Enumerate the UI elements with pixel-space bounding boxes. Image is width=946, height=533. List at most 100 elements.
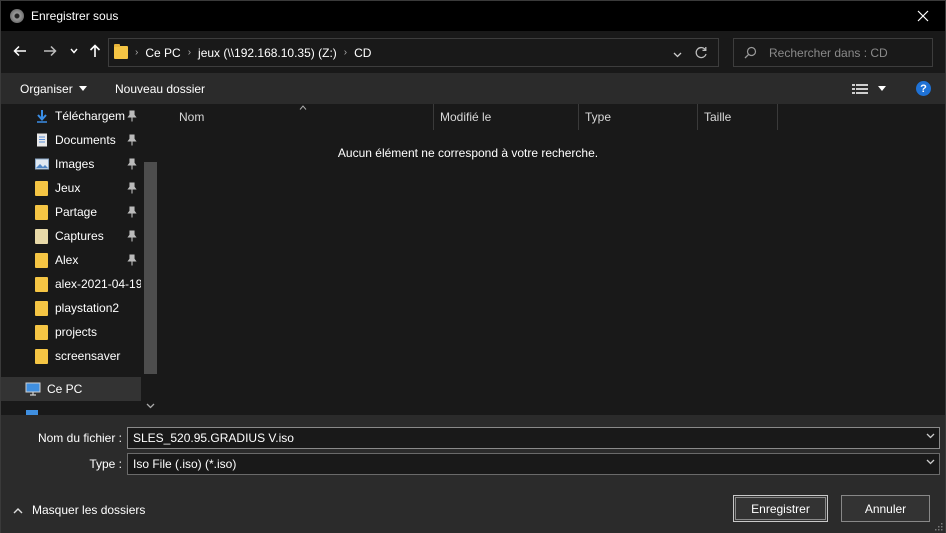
sidebar-item-label: playstation2: [55, 301, 120, 315]
search-icon: [744, 46, 757, 59]
sidebar-item-documents[interactable]: Documents: [1, 128, 141, 152]
pin-icon[interactable]: [127, 182, 137, 194]
image-icon: [35, 158, 49, 170]
caret-down-icon: [878, 86, 886, 91]
navigation-pane: Téléchargements Documents Images Jeux Pa…: [1, 104, 161, 415]
sidebar-item-label: alex-2021-04-19: [55, 277, 141, 291]
command-bar: Organiser Nouveau dossier ?: [1, 73, 945, 104]
sidebar-item-projects[interactable]: projects: [1, 320, 141, 344]
sidebar-item-label: screensaver: [55, 349, 121, 363]
pin-icon[interactable]: [127, 254, 137, 266]
column-divider[interactable]: [697, 104, 698, 130]
folder-icon: [35, 253, 49, 268]
file-list-pane: Nom Modifié le Type Taille Aucun élément…: [161, 104, 945, 415]
sidebar-item-captures[interactable]: Captures: [1, 224, 141, 248]
back-button[interactable]: [11, 41, 29, 61]
sidebar-item-label: Partage: [55, 205, 98, 219]
sidebar-item-screensaver[interactable]: screensaver: [1, 344, 141, 368]
arrow-up-icon: [89, 44, 101, 57]
up-button[interactable]: [87, 41, 103, 61]
save-options-panel: Nom du fichier : SLES_520.95.GRADIUS V.i…: [1, 415, 945, 533]
details-view-icon: [852, 83, 868, 94]
column-header-name[interactable]: Nom: [179, 104, 431, 130]
chevron-down-icon: [70, 48, 78, 54]
new-folder-button[interactable]: Nouveau dossier: [115, 73, 205, 104]
cancel-button[interactable]: Annuler: [841, 495, 930, 522]
address-bar[interactable]: › Ce PC › jeux (\\192.168.10.35) (Z:) › …: [108, 38, 719, 67]
forward-button[interactable]: [41, 41, 59, 61]
sidebar-item-downloads[interactable]: Téléchargements: [1, 104, 153, 128]
chevron-right-icon: ›: [135, 47, 139, 58]
empty-folder-message: Aucun élément ne correspond à votre rech…: [337, 146, 599, 160]
sidebar-item-label: Téléchargements: [55, 109, 125, 123]
search-box[interactable]: Rechercher dans : CD: [733, 38, 933, 67]
recent-locations-button[interactable]: [67, 41, 81, 61]
close-button[interactable]: [901, 1, 945, 31]
search-placeholder: Rechercher dans : CD: [769, 45, 888, 60]
breadcrumb-current-folder[interactable]: CD: [354, 46, 371, 60]
arrow-left-icon: [13, 45, 26, 57]
sidebar-item-label: projects: [55, 325, 98, 339]
window-title: Enregistrer sous: [31, 9, 119, 23]
chevron-down-icon: [673, 52, 682, 58]
organize-menu-button[interactable]: Organiser: [20, 73, 87, 104]
sidebar-item-label: Alex: [55, 253, 79, 267]
column-header-type[interactable]: Type: [585, 104, 695, 130]
pin-icon[interactable]: [127, 230, 137, 242]
sidebar-item-label: Ce PC: [47, 382, 83, 396]
chevron-down-icon[interactable]: [926, 433, 935, 439]
breadcrumb-this-pc[interactable]: Ce PC: [145, 46, 180, 60]
sidebar-item-this-pc[interactable]: Ce PC: [1, 377, 141, 401]
column-header-size[interactable]: Taille: [704, 104, 774, 130]
save-button[interactable]: Enregistrer: [733, 495, 828, 522]
folder-icon: [35, 325, 49, 340]
disc-app-icon: [10, 9, 24, 23]
refresh-button[interactable]: [695, 46, 708, 62]
computer-icon: [25, 382, 41, 396]
navigation-bar: › Ce PC › jeux (\\192.168.10.35) (Z:) › …: [1, 31, 945, 73]
pin-icon[interactable]: [127, 110, 137, 122]
sidebar-item-label: Documents: [55, 133, 116, 147]
help-button[interactable]: ?: [916, 73, 931, 104]
chevron-down-icon[interactable]: [926, 459, 935, 465]
organize-label: Organiser: [20, 81, 73, 96]
folder-icon: [35, 205, 49, 220]
pin-icon[interactable]: [127, 158, 137, 170]
sidebar-item-jeux[interactable]: Jeux: [1, 176, 141, 200]
column-divider[interactable]: [578, 104, 579, 130]
file-type-select[interactable]: Iso File (.iso) (*.iso): [127, 453, 940, 475]
title-bar: Enregistrer sous: [1, 1, 945, 31]
scrollbar-thumb[interactable]: [144, 162, 157, 374]
sidebar-item-label: Jeux: [55, 181, 81, 195]
folder-icon: [35, 181, 49, 196]
column-divider[interactable]: [777, 104, 778, 130]
download-icon: [37, 110, 47, 123]
sidebar-item-label: Captures: [55, 229, 104, 243]
pin-icon[interactable]: [127, 206, 137, 218]
resize-grip-icon[interactable]: [933, 521, 943, 531]
breadcrumb-drive[interactable]: jeux (\\192.168.10.35) (Z:): [198, 46, 337, 60]
pin-icon[interactable]: [127, 134, 137, 146]
folder-icon: [35, 229, 49, 244]
folder-icon: [35, 277, 49, 292]
sidebar-scrollbar[interactable]: [142, 104, 160, 415]
scroll-down-icon[interactable]: [146, 403, 155, 409]
folder-icon: [35, 301, 49, 316]
folder-icon: [35, 349, 49, 364]
sidebar-item-playstation2[interactable]: playstation2: [1, 296, 141, 320]
view-options-button[interactable]: [852, 73, 886, 104]
sidebar-item-alex[interactable]: Alex: [1, 248, 141, 272]
chevron-up-icon: [13, 507, 23, 513]
hide-folders-toggle[interactable]: Masquer les dossiers: [13, 503, 145, 517]
column-divider[interactable]: [433, 104, 434, 130]
filename-input[interactable]: SLES_520.95.GRADIUS V.iso: [127, 427, 940, 449]
sidebar-item-alex-2021-04-19[interactable]: alex-2021-04-19: [1, 272, 141, 296]
save-as-dialog: Enregistrer sous › Ce PC › jeux (\\192.1…: [0, 0, 946, 533]
sidebar-item-images[interactable]: Images: [1, 152, 141, 176]
address-history-button[interactable]: [673, 47, 682, 61]
sidebar-item-partage[interactable]: Partage: [1, 200, 141, 224]
file-type-value: Iso File (.iso) (*.iso): [133, 457, 237, 471]
close-icon: [917, 10, 929, 22]
column-header-modified[interactable]: Modifié le: [440, 104, 576, 130]
arrow-right-icon: [44, 45, 57, 57]
